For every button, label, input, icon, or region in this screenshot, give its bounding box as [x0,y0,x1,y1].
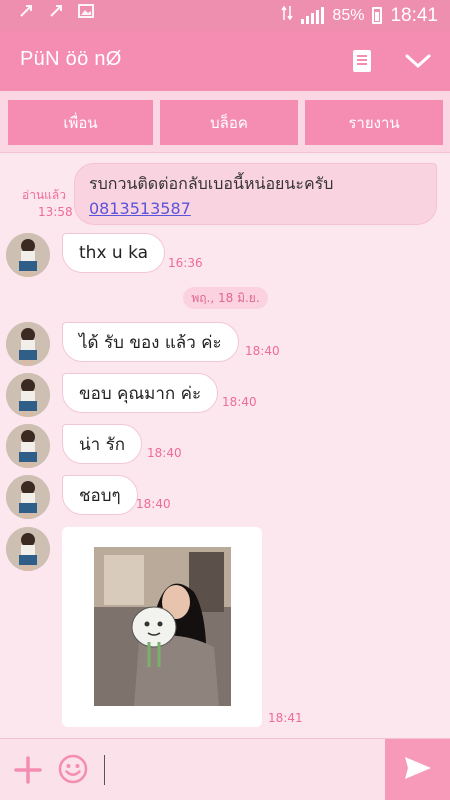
message-text: รบกวนติดต่อกลับเบอนี้หน่อยนะครับ [89,174,334,193]
image-icon [78,3,94,19]
battery-icon [372,7,383,24]
notification-icon [48,3,64,19]
action-bar: เพื่อน บล็อค รายงาน [0,91,450,153]
incoming-message[interactable]: thx u ka [62,233,166,273]
send-icon [403,755,433,785]
emoji-icon[interactable] [57,753,89,785]
message-time: 18:40 [136,497,171,511]
message-input-bar [0,738,450,800]
chat-area[interactable]: อ่านแล้ว 13:58 รบกวนติดต่อกลับเบอนี้หน่อ… [0,153,450,738]
signal-icon [301,6,325,24]
message-text: ได้ รับ ของ แล้ว ค่ะ [79,332,222,353]
clock: 18:41 [390,4,438,26]
avatar[interactable] [6,233,50,277]
notification-icons [18,3,94,19]
phone-link[interactable]: 0813513587 [89,199,422,218]
message-time: 18:40 [245,344,280,358]
message-text: thx u ka [79,243,149,263]
message-text: ชอบๆ [79,485,121,506]
message-text: น่า รัก [79,434,125,455]
shared-photo[interactable] [94,547,231,706]
avatar[interactable] [6,373,50,417]
status-bar: 85% 18:41 [0,0,450,31]
incoming-message[interactable]: ขอบ คุณมาก ค่ะ [62,373,219,413]
add-friend-button[interactable]: เพื่อน [8,100,153,145]
avatar[interactable] [6,527,50,571]
chat-title: PüN öö nØ [20,48,122,70]
notes-icon[interactable] [346,45,378,77]
incoming-message[interactable]: ได้ รับ ของ แล้ว ค่ะ [62,322,239,362]
message-time: 18:40 [147,446,182,460]
incoming-message[interactable]: ชอบๆ [62,475,138,515]
read-receipt: อ่านแล้ว [22,188,66,202]
report-button[interactable]: รายงาน [305,100,443,145]
battery-percent: 85% [332,6,365,24]
block-button[interactable]: บล็อค [160,100,298,145]
avatar[interactable] [6,424,50,468]
outgoing-message[interactable]: รบกวนติดต่อกลับเบอนี้หน่อยนะครับ 0813513… [74,163,437,225]
message-time: 18:40 [222,395,257,409]
avatar[interactable] [6,322,50,366]
plus-icon[interactable] [13,755,43,785]
photo-message[interactable] [62,527,262,727]
message-time: 16:36 [168,256,203,270]
chat-header: PüN öö nØ [0,31,450,91]
message-input[interactable] [104,755,105,785]
message-time: 18:41 [268,711,303,725]
message-time: 13:58 [38,205,73,219]
data-arrows-icon [281,4,294,27]
chevron-down-icon[interactable] [402,45,434,77]
avatar[interactable] [6,475,50,519]
incoming-message[interactable]: น่า รัก [62,424,142,464]
date-divider: พฤ., 18 มิ.ย. [183,287,268,309]
message-text: ขอบ คุณมาก ค่ะ [79,383,202,404]
notification-icon [18,3,34,19]
send-button[interactable] [385,739,450,800]
